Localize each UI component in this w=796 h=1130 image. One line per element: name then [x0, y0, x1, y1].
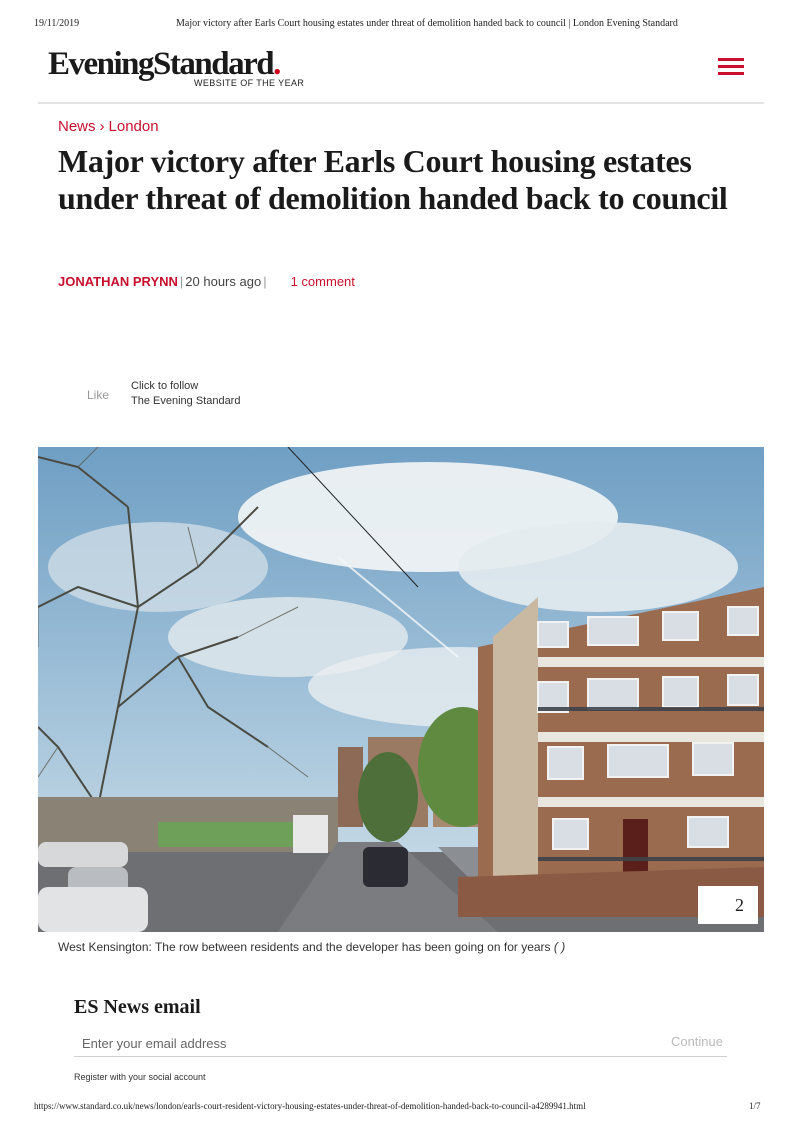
image-credit: ( )	[553, 940, 566, 954]
street-photo	[38, 447, 764, 932]
breadcrumb-separator: ›	[99, 118, 105, 135]
byline: JONATHAN PRYNN | 20 hours ago | 1 comment	[58, 274, 355, 289]
email-input[interactable]	[74, 1030, 602, 1056]
breadcrumb-news-link[interactable]: News	[58, 118, 96, 135]
byline-divider: |	[263, 274, 267, 289]
follow-widget[interactable]: Click to follow The Evening Standard	[131, 379, 240, 409]
print-url: https://www.standard.co.uk/news/london/e…	[34, 1101, 586, 1111]
publish-time: 20 hours ago	[185, 274, 262, 289]
print-date: 19/11/2019	[34, 18, 80, 29]
author-link[interactable]: JONATHAN PRYNN	[58, 274, 178, 289]
breadcrumb-london-link[interactable]: London	[109, 118, 159, 135]
social-register-link[interactable]: Register with your social account	[74, 1072, 206, 1082]
article-headline: Major victory after Earls Court housing …	[58, 143, 728, 216]
logo-tagline: WEBSITE OF THE YEAR	[194, 78, 305, 88]
newsletter-form: Continue	[74, 1030, 727, 1057]
caption-text: West Kensington: The row between residen…	[58, 940, 551, 954]
breadcrumb: News › London	[58, 118, 159, 135]
print-footer: https://www.standard.co.uk/news/london/e…	[0, 1101, 796, 1115]
byline-divider: |	[179, 274, 184, 289]
comments-link[interactable]: 1 comment	[291, 274, 355, 289]
site-logo[interactable]: EveningStandard.	[48, 46, 281, 82]
logo-text: EveningStandard	[48, 46, 275, 82]
follow-line-2: The Evening Standard	[131, 395, 241, 407]
image-caption: West Kensington: The row between residen…	[58, 940, 565, 954]
hamburger-menu-icon[interactable]	[718, 58, 744, 76]
print-page-title: Major victory after Earls Court housing …	[176, 18, 678, 29]
newsletter-title: ES News email	[74, 996, 201, 1018]
follow-line-1: Click to follow	[131, 380, 199, 392]
like-button[interactable]: Like	[87, 388, 109, 402]
site-header: EveningStandard. WEBSITE OF THE YEAR	[38, 44, 764, 104]
gallery-count-badge[interactable]: 2	[698, 886, 758, 924]
print-page-number: 1/7	[749, 1101, 761, 1111]
hero-image[interactable]: 2	[38, 447, 764, 932]
continue-button[interactable]: Continue	[671, 1034, 723, 1049]
print-header: 19/11/2019 Major victory after Earls Cou…	[0, 18, 796, 34]
logo-dot: .	[273, 46, 281, 82]
